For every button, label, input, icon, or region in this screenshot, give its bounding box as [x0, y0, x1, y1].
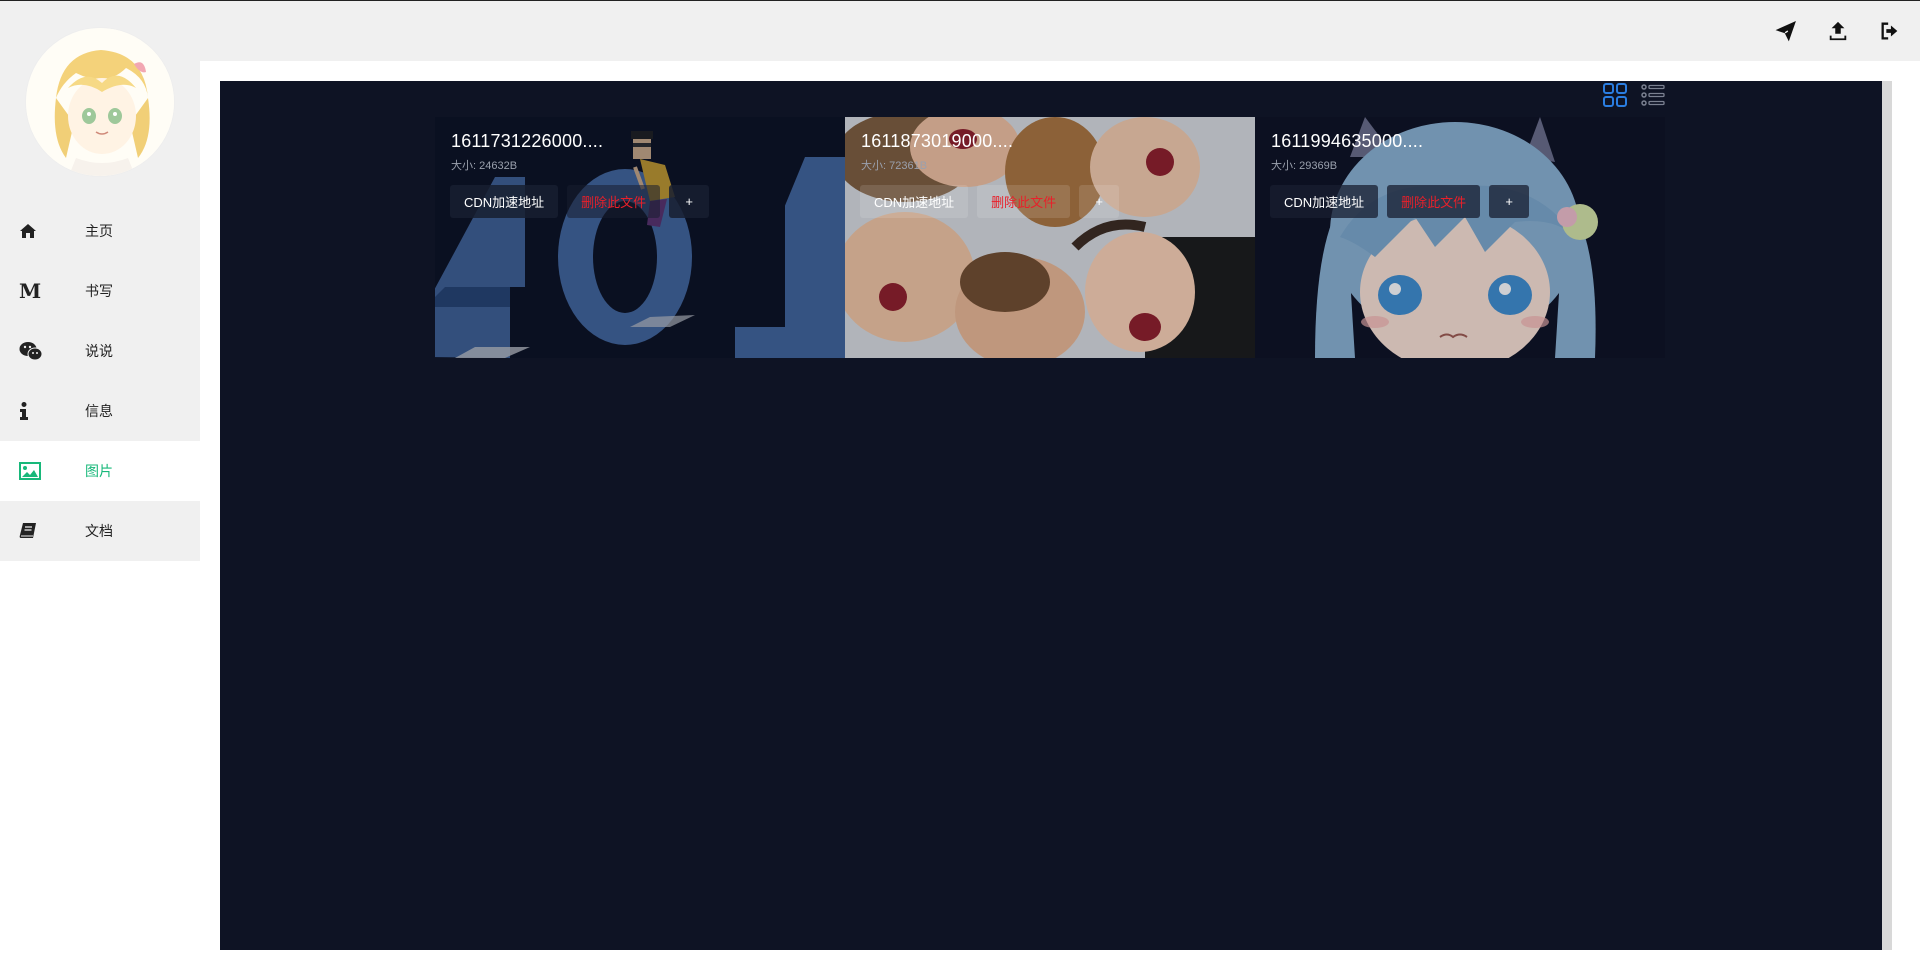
sign-out-icon[interactable] — [1878, 19, 1902, 43]
image-card[interactable]: 1611731226000.... 大小: 24632B CDN加速地址 删除此… — [435, 117, 845, 358]
file-size: 大小: 24632B — [451, 160, 518, 172]
cdn-url-button[interactable]: CDN加速地址 — [860, 185, 969, 218]
avatar — [25, 27, 175, 177]
sidebar-item-label: 信息 — [85, 403, 113, 419]
top-bar — [0, 1, 1920, 61]
sidebar-item-label: 文档 — [85, 523, 113, 539]
top-actions — [1774, 19, 1902, 43]
sidebar-item-info[interactable]: 信息 — [0, 381, 200, 441]
file-size: 大小: 29369B — [1271, 160, 1338, 172]
sidebar-nav: 主页 M 书写 说说 信息 图片 文档 — [0, 201, 200, 561]
delete-file-button[interactable]: 删除此文件 — [1387, 185, 1481, 218]
cdn-url-button[interactable]: CDN加速地址 — [450, 185, 559, 218]
card-actions: CDN加速地址 删除此文件 + — [450, 185, 710, 218]
card-actions: CDN加速地址 删除此文件 + — [1270, 185, 1530, 218]
sidebar-item-label: 书写 — [85, 283, 113, 299]
more-button[interactable]: + — [669, 185, 710, 218]
sidebar-item-images[interactable]: 图片 — [0, 441, 200, 501]
sidebar-item-home[interactable]: 主页 — [0, 201, 200, 261]
file-name: 1611994635000.... — [1271, 131, 1424, 151]
info-icon — [19, 402, 43, 420]
sidebar-item-moments[interactable]: 说说 — [0, 321, 200, 381]
sidebar-item-label: 主页 — [85, 223, 113, 239]
card-actions: CDN加速地址 删除此文件 + — [860, 185, 1120, 218]
file-size: 大小: 72361B — [861, 160, 928, 172]
home-icon — [19, 223, 43, 239]
sidebar-item-label: 说说 — [85, 343, 113, 359]
scrollbar[interactable] — [1882, 81, 1892, 950]
image-icon — [19, 462, 43, 480]
file-name: 1611873019000.... — [861, 131, 1014, 151]
cdn-url-button[interactable]: CDN加速地址 — [1270, 185, 1379, 218]
sidebar: 主页 M 书写 说说 信息 图片 文档 — [0, 1, 200, 561]
delete-file-button[interactable]: 删除此文件 — [977, 185, 1071, 218]
file-name: 1611731226000.... — [451, 131, 604, 151]
list-view-icon[interactable] — [1640, 82, 1666, 108]
wechat-icon — [19, 341, 43, 361]
sidebar-item-docs[interactable]: 文档 — [0, 501, 200, 561]
sidebar-item-label: 图片 — [85, 463, 113, 479]
image-card[interactable]: 1611994635000.... 大小: 29369B CDN加速地址 删除此… — [1255, 117, 1665, 358]
view-toggle — [1602, 82, 1666, 108]
markdown-icon: M — [19, 279, 42, 303]
more-button[interactable]: + — [1489, 185, 1530, 218]
paper-plane-icon[interactable] — [1774, 19, 1798, 43]
delete-file-button[interactable]: 删除此文件 — [567, 185, 661, 218]
sidebar-item-write[interactable]: M 书写 — [0, 261, 200, 321]
image-card[interactable]: 1611873019000.... 大小: 72361B CDN加速地址 删除此… — [845, 117, 1255, 358]
grid-view-icon[interactable] — [1602, 82, 1628, 108]
card-overlay — [1255, 117, 1665, 358]
card-overlay — [845, 117, 1255, 358]
card-overlay — [435, 117, 845, 358]
more-button[interactable]: + — [1079, 185, 1120, 218]
book-icon — [19, 522, 43, 540]
upload-icon[interactable] — [1826, 19, 1850, 43]
image-grid: 1611731226000.... 大小: 24632B CDN加速地址 删除此… — [435, 117, 1666, 358]
